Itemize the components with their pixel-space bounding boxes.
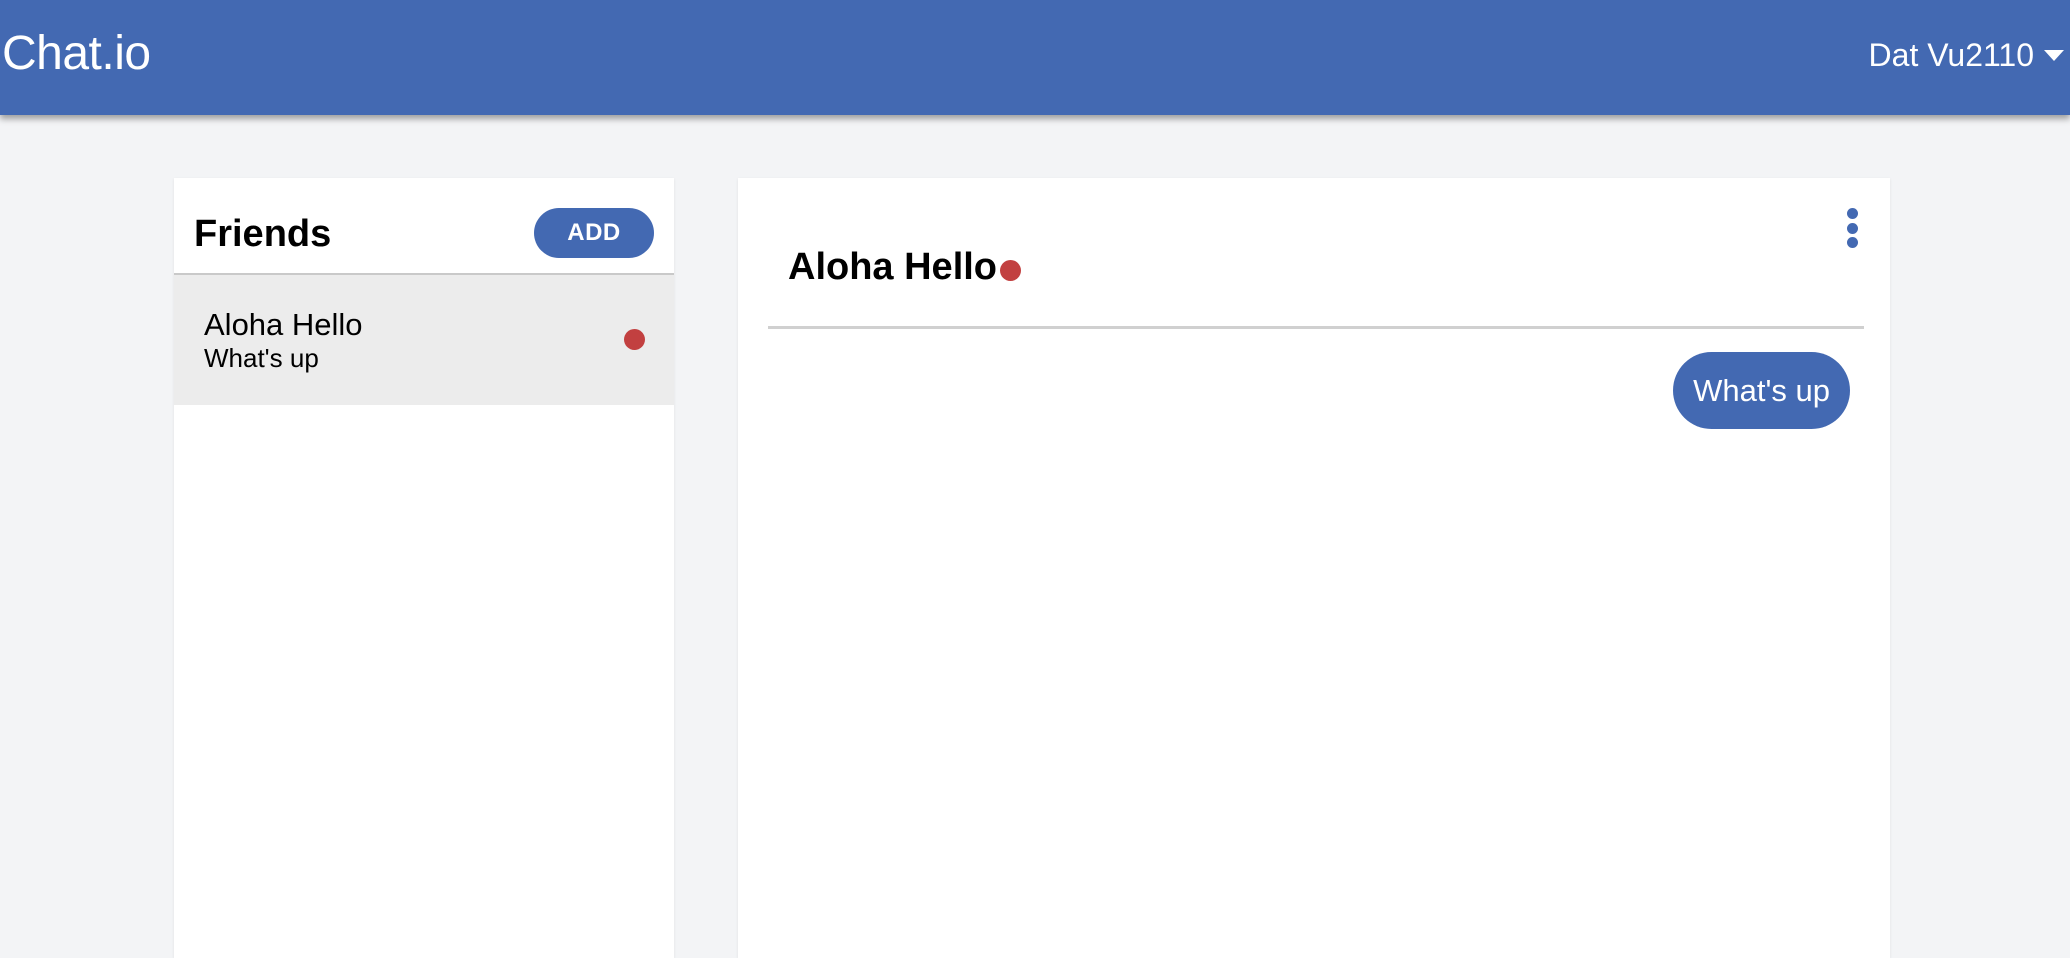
friend-name: Aloha Hello [204,307,363,342]
more-vertical-icon[interactable] [1844,208,1860,248]
caret-down-icon [2044,49,2064,61]
chat-contact-name: Aloha Hello [788,246,998,288]
app-logo[interactable]: Chat.io [2,26,151,82]
kebab-dot [1846,208,1858,219]
kebab-dot [1846,237,1858,248]
friends-header: Friends ADD [174,178,674,275]
user-name: Dat Vu2110 [1868,37,2034,73]
friends-panel: Friends ADD Aloha Hello What's up [174,178,674,958]
chat-panel: Aloha Hello What's up [738,178,1890,958]
user-menu[interactable]: Dat Vu2110 [1869,33,2064,77]
offline-status-icon [624,329,645,350]
chat-divider [768,326,1864,329]
add-friend-button[interactable]: ADD [534,208,654,258]
outgoing-message-bubble: What's up [1673,352,1850,429]
friends-title: Friends [194,213,332,255]
friend-list-item[interactable]: Aloha Hello What's up [174,275,674,405]
kebab-dot [1846,222,1858,234]
friend-last-message: What's up [204,343,319,373]
offline-status-icon [1000,260,1021,281]
top-app-bar: Chat.io Dat Vu2110 [0,0,2070,115]
